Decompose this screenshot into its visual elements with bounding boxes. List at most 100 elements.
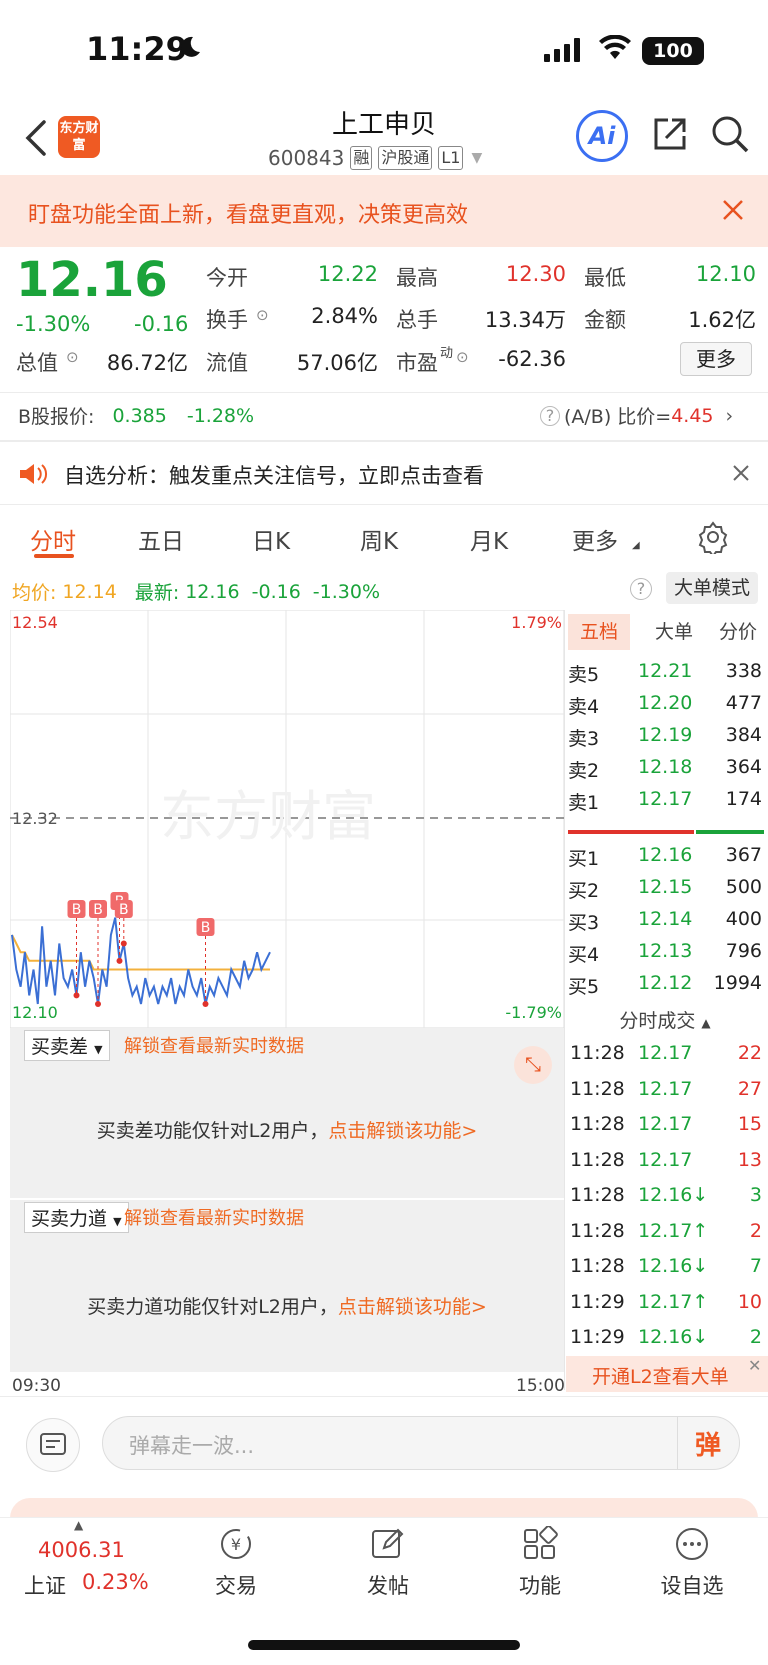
bshare-row: B股报价: 0.385 -1.28% (18, 402, 254, 429)
close-icon[interactable] (732, 464, 750, 482)
tab-more[interactable]: 更多 (572, 522, 618, 556)
ai-button[interactable]: Ai (576, 110, 628, 162)
ratio-row[interactable]: ? (A/B) 比价= 4.45 › (540, 402, 733, 429)
promo-banner[interactable]: 盯盘功能全面上新，看盘更直观，决策更高效 (0, 175, 768, 247)
share-icon[interactable] (650, 114, 690, 154)
latest-value: 12.16 (185, 580, 240, 603)
trade-time: 11:28 (570, 1042, 625, 1064)
book-tab-big[interactable]: 大单 (646, 614, 702, 650)
buy-sell-force-panel: 买卖力道 ▼ 解锁查看最新实时数据 买卖力道功能仅针对L2用户，点击解锁该功能> (10, 1200, 564, 1372)
unlock-link[interactable]: 解锁查看最新实时数据 (124, 1032, 304, 1058)
ask-price: 12.21 (638, 660, 693, 682)
panel-title-dropdown[interactable]: 买卖力道 ▼ (24, 1202, 129, 1233)
info-icon[interactable]: ⊙ (256, 306, 269, 324)
nav-post[interactable]: 发帖 (348, 1570, 428, 1600)
trade-volume: 2 (749, 1219, 762, 1242)
tab-daily-k[interactable]: 日K (252, 522, 290, 556)
ask-row[interactable]: 卖5 12.21 338 (566, 656, 764, 688)
help-icon[interactable]: ? (540, 405, 560, 426)
bid-row[interactable]: 买1 12.16 367 (566, 840, 764, 872)
ask-row[interactable]: 卖1 12.17 174 (566, 784, 764, 816)
index-value[interactable]: 4006.31 (38, 1538, 125, 1562)
info-icon[interactable]: ⊙ (456, 348, 469, 366)
stock-code-row[interactable]: 600843 融 沪股通 L1 ▼ (268, 144, 482, 172)
danmaku-input[interactable]: 弹幕走一波... 弹 (102, 1416, 740, 1470)
bshare-pct: -1.28% (186, 404, 255, 427)
bid-row[interactable]: 买4 12.13 796 (566, 936, 764, 968)
panel-message[interactable]: 买卖差功能仅针对L2用户，点击解锁该功能> (10, 1116, 564, 1143)
tab-five-day[interactable]: 五日 (138, 522, 184, 556)
info-icon[interactable]: ⊙ (66, 348, 79, 366)
l2-promo[interactable]: 开通L2查看大单 ✕ (566, 1356, 768, 1392)
notice-text: 自选分析：触发重点关注信号，立即点击查看 (64, 464, 484, 488)
expand-icon[interactable]: ⤡ (514, 1046, 552, 1084)
nav-add-watchlist[interactable]: 设自选 (652, 1570, 732, 1600)
divider (0, 1396, 768, 1397)
panel-title: 买卖力道 (31, 1208, 108, 1230)
notice-bar[interactable]: 自选分析：触发重点关注信号，立即点击查看 (0, 442, 768, 504)
search-icon[interactable] (710, 114, 750, 154)
danmaku-settings-button[interactable] (26, 1418, 80, 1472)
trade-price: 12.17 (638, 1077, 693, 1100)
index-name[interactable]: 上证 (24, 1570, 66, 1600)
chevron-down-icon[interactable]: ▼ (471, 150, 482, 166)
intraday-chart[interactable]: 东方财富 12.54 12.32 12.10 1.79% -1.79% B B BB… (10, 610, 564, 1028)
trade-row: 11:28 12.17 15 (566, 1109, 764, 1141)
svg-text:¥: ¥ (231, 1535, 241, 1554)
bid-row[interactable]: 买3 12.14 400 (566, 904, 764, 936)
book-tab-price[interactable]: 分价 (710, 614, 766, 650)
index-pct[interactable]: 0.23% (82, 1570, 149, 1594)
unlock-cta[interactable]: 点击解锁该功能> (328, 1120, 477, 1142)
danmaku-send-button[interactable]: 弹 (695, 1425, 721, 1462)
trade-price: 12.17↑ (638, 1290, 709, 1313)
panel-message[interactable]: 买卖力道功能仅针对L2用户，点击解锁该功能> (10, 1292, 564, 1319)
trades-title[interactable]: 分时成交 ▲ (566, 1006, 764, 1033)
ask-row[interactable]: 卖4 12.20 477 (566, 688, 764, 720)
ask-row[interactable]: 卖2 12.18 364 (566, 752, 764, 784)
more-button[interactable]: 更多 (680, 342, 752, 376)
signal-icon (544, 38, 580, 62)
buy-marker-label: B (93, 902, 103, 918)
bid-label: 买4 (568, 944, 600, 966)
close-icon[interactable] (718, 195, 748, 225)
market-cap-value: 86.72亿 (106, 351, 188, 375)
grid-icon[interactable] (522, 1526, 558, 1562)
close-icon[interactable]: ✕ (748, 1356, 761, 1375)
post-icon[interactable] (370, 1526, 406, 1562)
trade-price: 12.17 (638, 1148, 693, 1171)
trade-icon[interactable]: ¥ (216, 1526, 256, 1562)
tab-intraday[interactable]: 分时 (30, 522, 76, 556)
bid-row[interactable]: 买5 12.12 1994 (566, 968, 764, 1000)
avg-label: 均价: (12, 582, 57, 604)
divider (0, 392, 768, 393)
help-icon[interactable]: ? (630, 578, 652, 600)
back-icon[interactable] (22, 118, 52, 158)
bid-row[interactable]: 买2 12.15 500 (566, 872, 764, 904)
chevron-right-icon[interactable]: › (726, 405, 734, 427)
book-tab-five[interactable]: 五档 (568, 614, 630, 650)
ask-row[interactable]: 卖3 12.19 384 (566, 720, 764, 752)
tab-monthly-k[interactable]: 月K (470, 522, 508, 556)
trade-time: 11:28 (570, 1113, 625, 1135)
unlock-cta[interactable]: 点击解锁该功能> (338, 1296, 487, 1318)
nav-functions[interactable]: 功能 (500, 1570, 580, 1600)
tab-weekly-k[interactable]: 周K (360, 522, 398, 556)
bid-label: 买3 (568, 912, 600, 934)
unlock-link[interactable]: 解锁查看最新实时数据 (124, 1204, 304, 1230)
settings-icon[interactable] (696, 520, 730, 554)
nav-trade[interactable]: 交易 (196, 1570, 276, 1600)
more-dots-icon[interactable] (674, 1526, 710, 1562)
tab-underline (34, 554, 74, 558)
panel-title-dropdown[interactable]: 买卖差 ▼ (24, 1030, 110, 1061)
open-value: 12.22 (317, 262, 378, 286)
trade-row: 11:28 12.17↑ 2 (566, 1216, 764, 1248)
trade-row: 11:28 12.17 22 (566, 1038, 764, 1070)
market-cap-label: 总值 (16, 351, 58, 375)
big-order-mode-button[interactable]: 大单模式 (666, 572, 758, 604)
amount-value: 1.62亿 (688, 308, 756, 332)
low-label: 最低 (584, 266, 626, 290)
pct-low-label: -1.79% (505, 1003, 562, 1022)
trade-time: 11:29 (570, 1326, 625, 1348)
danmaku-icon (40, 1433, 66, 1455)
trade-time: 11:29 (570, 1290, 625, 1313)
